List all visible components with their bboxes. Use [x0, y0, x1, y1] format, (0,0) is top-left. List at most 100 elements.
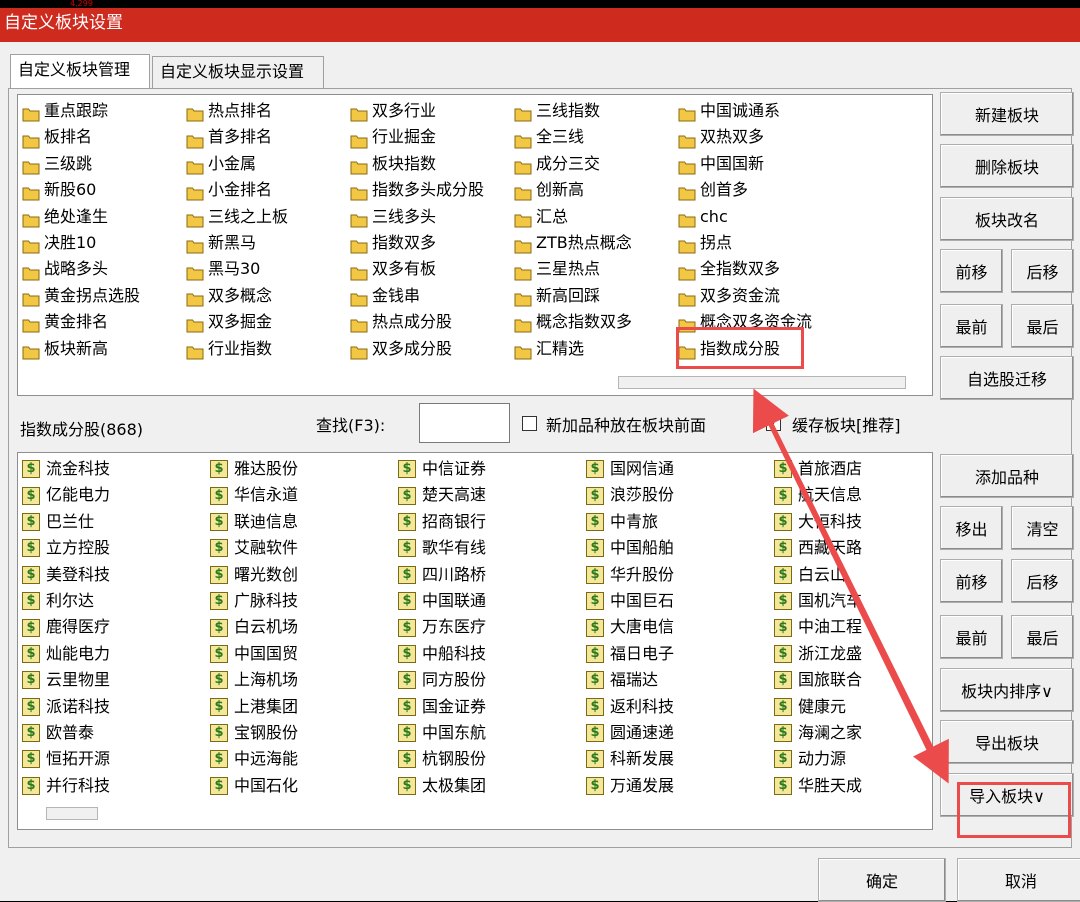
block-item[interactable]: 拐点: [678, 230, 842, 256]
add-stock-button[interactable]: 添加品种: [940, 454, 1074, 498]
stock-item[interactable]: $ 中国巨石: [586, 588, 774, 614]
block-item[interactable]: 双多有板: [350, 256, 514, 282]
stock-item[interactable]: $ 万东医疗: [398, 614, 586, 640]
block-item[interactable]: 热点成分股: [350, 309, 514, 335]
rename-block-button[interactable]: 板块改名: [940, 197, 1074, 241]
block-item[interactable]: 黄金拐点选股: [22, 283, 186, 309]
block-item[interactable]: 双多概念: [186, 283, 350, 309]
stock-item[interactable]: $ 中信证券: [398, 456, 586, 482]
block-item[interactable]: 绝处逢生: [22, 204, 186, 230]
stock-item[interactable]: $ 国网信通: [586, 456, 774, 482]
stock-item[interactable]: $ 华升股份: [586, 562, 774, 588]
tab-block-management[interactable]: 自定义板块管理: [10, 54, 150, 88]
stock-item[interactable]: $ 国旅联合: [774, 667, 932, 693]
stock-item[interactable]: $ 大唐电信: [586, 614, 774, 640]
search-input[interactable]: [419, 403, 510, 443]
stock-item[interactable]: $ 楚天高速: [398, 482, 586, 508]
block-item[interactable]: 中国诚通系: [678, 98, 842, 124]
stock-item[interactable]: $ 中青旅: [586, 509, 774, 535]
block-item[interactable]: 新黑马: [186, 230, 350, 256]
prepend-new-items-checkbox[interactable]: [522, 416, 537, 431]
stock-move-last-button[interactable]: 最后: [1011, 615, 1074, 659]
stock-item[interactable]: $ 白云山: [774, 562, 932, 588]
block-item[interactable]: 创首多: [678, 177, 842, 203]
block-item[interactable]: 新高回踩: [514, 283, 678, 309]
block-item[interactable]: chc: [678, 204, 842, 230]
block-item[interactable]: 双多成分股: [350, 336, 514, 362]
stock-item[interactable]: $ 浪莎股份: [586, 482, 774, 508]
stock-item[interactable]: $ 科新发展: [586, 746, 774, 772]
stock-item[interactable]: $ 海澜之家: [774, 720, 932, 746]
stock-item[interactable]: $ 立方控股: [22, 535, 210, 561]
stock-item[interactable]: $ 利尔达: [22, 588, 210, 614]
block-item[interactable]: 双多掘金: [186, 309, 350, 335]
stock-move-first-button[interactable]: 最前: [940, 615, 1003, 659]
stock-item[interactable]: $ 杭钢股份: [398, 746, 586, 772]
tab-block-display-settings[interactable]: 自定义板块显示设置: [152, 56, 324, 88]
block-item[interactable]: 概念指数双多: [514, 309, 678, 335]
block-item[interactable]: 战略多头: [22, 256, 186, 282]
stock-item[interactable]: $ 联迪信息: [210, 509, 398, 535]
stock-list-scrollbar[interactable]: [46, 807, 98, 820]
block-item[interactable]: 全指数双多: [678, 256, 842, 282]
stock-item[interactable]: $ 四川路桥: [398, 562, 586, 588]
block-item[interactable]: 行业指数: [186, 336, 350, 362]
block-item[interactable]: ZTB热点概念: [514, 230, 678, 256]
stock-item[interactable]: $ 航天信息: [774, 482, 932, 508]
block-move-last-button[interactable]: 最后: [1011, 304, 1074, 348]
export-block-button[interactable]: 导出板块: [940, 720, 1074, 764]
stock-item[interactable]: $ 流金科技: [22, 456, 210, 482]
stock-item[interactable]: $ 浙江龙盛: [774, 641, 932, 667]
block-item[interactable]: 双多资金流: [678, 283, 842, 309]
stock-item[interactable]: $ 动力源: [774, 746, 932, 772]
block-item[interactable]: 决胜10: [22, 230, 186, 256]
stock-item[interactable]: $ 宝钢股份: [210, 720, 398, 746]
stock-item[interactable]: $ 灿能电力: [22, 641, 210, 667]
stock-item[interactable]: $ 中国国贸: [210, 641, 398, 667]
stock-item[interactable]: $ 大恒科技: [774, 509, 932, 535]
block-list-scrollbar[interactable]: [618, 376, 906, 389]
block-item[interactable]: 三线多头: [350, 204, 514, 230]
remove-stock-button[interactable]: 移出: [940, 506, 1003, 550]
stock-item[interactable]: $ 恒拓开源: [22, 746, 210, 772]
block-item[interactable]: 创新高: [514, 177, 678, 203]
stock-item[interactable]: $ 中远海能: [210, 746, 398, 772]
stock-item[interactable]: $ 白云机场: [210, 614, 398, 640]
block-item[interactable]: 汇精选: [514, 336, 678, 362]
block-item[interactable]: 汇总: [514, 204, 678, 230]
stock-item[interactable]: $ 国金证券: [398, 694, 586, 720]
stock-item[interactable]: $ 国机汽车: [774, 588, 932, 614]
block-item[interactable]: 小金属: [186, 151, 350, 177]
stock-item[interactable]: $ 西藏天路: [774, 535, 932, 561]
stock-move-up-button[interactable]: 前移: [940, 559, 1003, 603]
new-block-button[interactable]: 新建板块: [940, 92, 1074, 136]
stock-item[interactable]: $ 福瑞达: [586, 667, 774, 693]
title-bar[interactable]: 自定义板块设置: [0, 8, 1080, 42]
block-item[interactable]: 指数多头成分股: [350, 177, 514, 203]
block-item[interactable]: 三星热点: [514, 256, 678, 282]
stock-item[interactable]: $ 健康元: [774, 694, 932, 720]
stock-item[interactable]: $ 美登科技: [22, 562, 210, 588]
ok-button[interactable]: 确定: [818, 858, 946, 902]
stock-item[interactable]: $ 云里物里: [22, 667, 210, 693]
stock-item[interactable]: $ 中国东航: [398, 720, 586, 746]
stock-item[interactable]: $ 上海机场: [210, 667, 398, 693]
stock-item[interactable]: $ 中国石化: [210, 773, 398, 799]
block-item[interactable]: 双多行业: [350, 98, 514, 124]
stock-item[interactable]: $ 雅达股份: [210, 456, 398, 482]
stock-item[interactable]: $ 曙光数创: [210, 562, 398, 588]
block-move-first-button[interactable]: 最前: [940, 304, 1003, 348]
block-item[interactable]: 板排名: [22, 124, 186, 150]
block-item[interactable]: 三线之上板: [186, 204, 350, 230]
block-item[interactable]: 指数双多: [350, 230, 514, 256]
stock-item[interactable]: $ 中国联通: [398, 588, 586, 614]
stock-list[interactable]: $ 流金科技 $ 雅达股份 $ 中信证券 $ 国网信通 $ 首旅酒店 $ 亿能电力 $ 华信永道 $ 楚天高速…: [17, 452, 933, 830]
block-item[interactable]: 板块指数: [350, 151, 514, 177]
block-item[interactable]: 黑马30: [186, 256, 350, 282]
stock-item[interactable]: $ 并行科技: [22, 773, 210, 799]
stock-item[interactable]: $ 太极集团: [398, 773, 586, 799]
block-item[interactable]: 中国国新: [678, 151, 842, 177]
stock-item[interactable]: $ 上港集团: [210, 694, 398, 720]
stock-item[interactable]: $ 中船科技: [398, 641, 586, 667]
stock-move-down-button[interactable]: 后移: [1011, 559, 1074, 603]
